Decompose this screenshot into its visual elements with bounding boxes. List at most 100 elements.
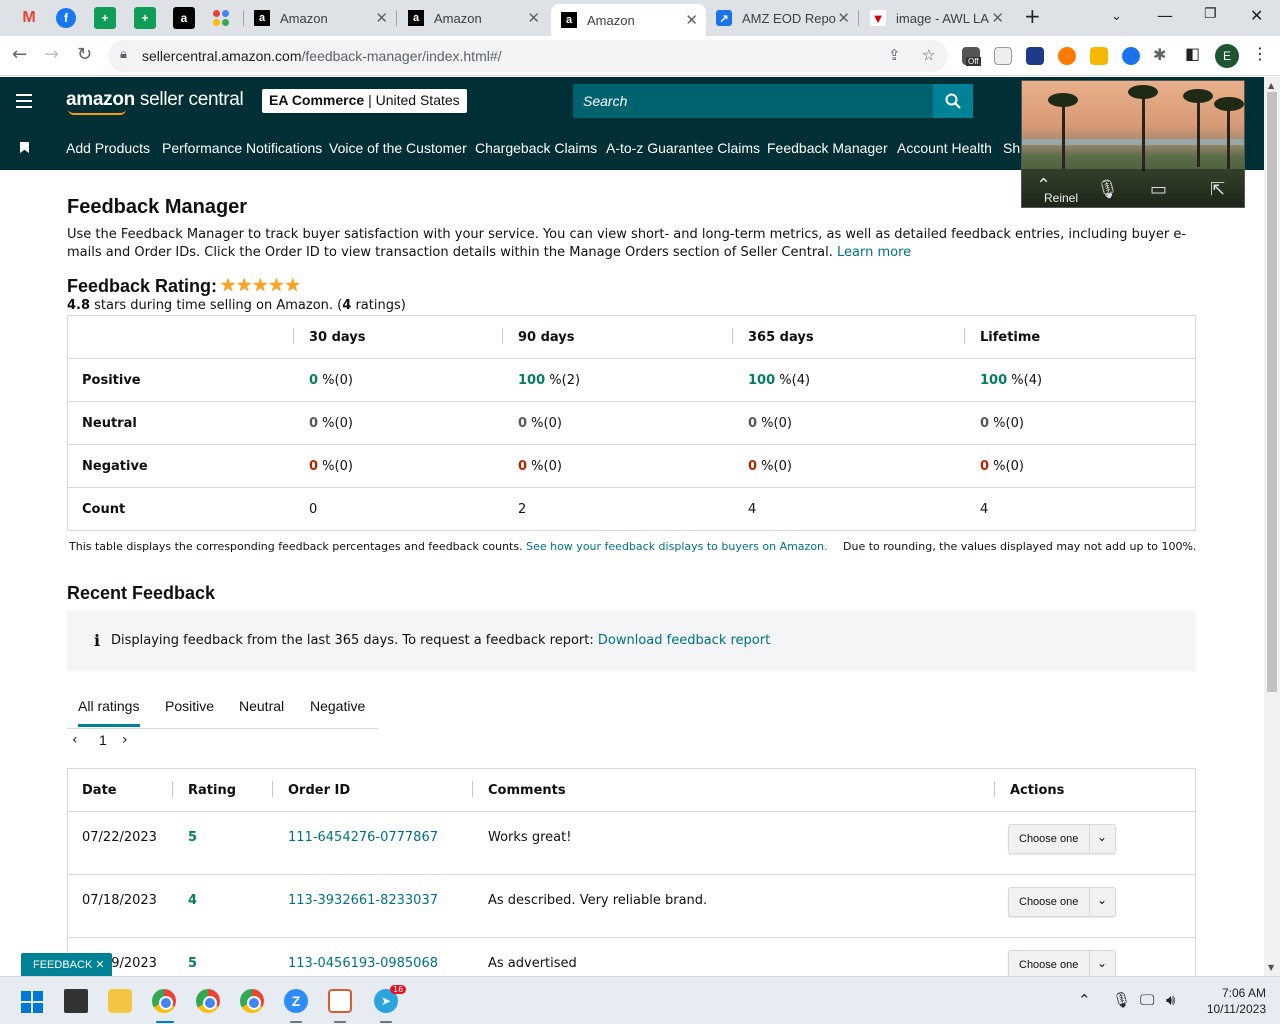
address-bar[interactable]: 🔒︎ sellercentral.amazon.com/feedback-man… xyxy=(108,40,948,72)
tab-neutral[interactable]: Neutral xyxy=(239,698,284,724)
zoom-app-icon[interactable]: Z xyxy=(284,989,308,1013)
close-tab-icon[interactable]: ✕ xyxy=(685,11,698,29)
nav-performance-notifications[interactable]: Performance Notifications xyxy=(162,140,322,156)
browser-tab-5[interactable]: ▼ image - AWL LA ✕ xyxy=(864,0,1012,36)
nav-chargeback-claims[interactable]: Chargeback Claims xyxy=(475,140,597,156)
volume-icon[interactable]: 🔊︎ xyxy=(1166,991,1175,1009)
browser-tab-4[interactable]: ↗ AMZ EOD Repo ✕ xyxy=(710,0,858,36)
nav-account-health[interactable]: Account Health xyxy=(897,140,992,156)
browser-tab-2[interactable]: a Amazon ✕ xyxy=(402,0,548,36)
side-panel-icon[interactable]: ◧ xyxy=(1185,44,1200,63)
apps-pinned-tab[interactable] xyxy=(210,7,232,29)
nav-add-products[interactable]: Add Products xyxy=(66,140,150,156)
popout-icon[interactable]: ⇱ xyxy=(1210,179,1225,200)
bookmark-star-icon[interactable]: ☆ xyxy=(922,46,935,64)
actions-label: Choose one xyxy=(1019,959,1079,971)
sheets-pinned-tab[interactable]: + xyxy=(94,7,116,29)
tray-overflow-icon[interactable]: ⌃ xyxy=(1078,991,1091,1009)
chrome-menu-icon[interactable]: ⋮ xyxy=(1252,44,1268,63)
hamburger-menu-icon[interactable] xyxy=(16,94,32,112)
current-page[interactable]: 1 xyxy=(99,732,107,748)
video-call-overlay[interactable]: ⌃ 🎙︎ ▭ ⇱ Reinel xyxy=(1021,80,1245,208)
windows-start-icon[interactable] xyxy=(21,991,43,1013)
actions-dropdown[interactable]: Choose one ⌄ xyxy=(1008,887,1116,917)
extension-icon[interactable] xyxy=(1026,47,1044,65)
page-scrollbar[interactable]: ▲ ▼ xyxy=(1264,77,1280,976)
close-window-button[interactable]: ✕ xyxy=(1250,6,1263,25)
feedback-widget-tab[interactable]: FEEDBACK ✕ xyxy=(21,953,112,976)
metric-cell: 0 %(0) xyxy=(748,459,792,474)
order-id-link[interactable]: 111-6454276-0777867 xyxy=(288,830,438,845)
search-button[interactable] xyxy=(933,84,973,118)
snipping-tool-icon[interactable] xyxy=(328,989,352,1013)
metric-cell: 0 %(0) xyxy=(518,416,562,431)
back-arrow-icon[interactable]: ← xyxy=(12,44,27,65)
share-icon[interactable]: ⇪ xyxy=(888,46,901,64)
extension-icon[interactable] xyxy=(1122,47,1140,65)
lock-icon: 🔒︎ xyxy=(120,47,127,62)
close-tab-icon[interactable]: ✕ xyxy=(991,9,1004,27)
order-id-link[interactable]: 113-3932661-8233037 xyxy=(288,893,438,908)
gmail-pinned-tab[interactable]: M xyxy=(18,7,40,29)
search-icon xyxy=(945,93,961,109)
camera-off-icon[interactable]: ▭ xyxy=(1150,179,1167,200)
extension-icon[interactable] xyxy=(994,47,1012,65)
nav-feedback-manager[interactable]: Feedback Manager xyxy=(767,140,888,156)
metric-cell: 100 %(4) xyxy=(980,373,1043,388)
reload-icon[interactable]: ↻ xyxy=(77,44,92,65)
browser-tab-1[interactable]: a Amazon ✕ xyxy=(248,0,396,36)
close-tab-icon[interactable]: ✕ xyxy=(837,9,850,27)
browser-tab-active[interactable]: a Amazon ✕ xyxy=(551,4,706,36)
download-report-link[interactable]: Download feedback report xyxy=(598,633,770,648)
close-icon[interactable]: ✕ xyxy=(95,958,104,971)
nav-a-to-z-claims[interactable]: A-to-z Guarantee Claims xyxy=(606,140,760,156)
metric-cell: 0 %(0) xyxy=(748,416,792,431)
nav-shipping-truncated[interactable]: Sh xyxy=(1003,140,1020,156)
search-input[interactable] xyxy=(573,84,933,118)
tab-positive[interactable]: Positive xyxy=(165,698,214,724)
learn-more-link[interactable]: Learn more xyxy=(837,245,911,260)
url-path: /feedback-manager/index.html#/ xyxy=(301,48,502,64)
task-view-icon[interactable] xyxy=(64,989,88,1013)
column-header: Date xyxy=(82,783,117,798)
microphone-icon[interactable]: 🎙︎ xyxy=(1112,991,1131,1009)
extension-icon[interactable] xyxy=(1058,47,1076,65)
mic-off-icon[interactable]: 🎙︎ xyxy=(1096,179,1119,200)
profile-avatar[interactable]: E xyxy=(1215,44,1239,68)
seller-central-logo[interactable]: amazon seller central xyxy=(66,89,244,115)
puzzle-extensions-icon[interactable]: ✱ xyxy=(1153,45,1166,64)
nav-voice-of-customer[interactable]: Voice of the Customer xyxy=(329,140,467,156)
chrome-profile-icon[interactable] xyxy=(152,989,176,1013)
new-tab-button[interactable]: + xyxy=(1024,4,1041,28)
close-tab-icon[interactable]: ✕ xyxy=(527,9,540,27)
minimize-button[interactable]: — xyxy=(1157,6,1173,25)
system-clock[interactable]: 7:06 AM 10/11/2023 xyxy=(1196,985,1266,1017)
tab-negative[interactable]: Negative xyxy=(310,698,365,724)
store-switcher[interactable]: EA Commerce | United States xyxy=(262,89,467,113)
prev-page-icon[interactable]: ‹ xyxy=(72,732,78,748)
facebook-pinned-tab[interactable]: f xyxy=(56,8,76,28)
restore-button[interactable]: ❐ xyxy=(1204,6,1217,22)
scrollbar-thumb[interactable] xyxy=(1267,92,1277,692)
chrome-profile-icon-3[interactable] xyxy=(240,989,264,1013)
file-explorer-icon[interactable] xyxy=(108,989,132,1013)
amazon-pinned-tab[interactable]: a xyxy=(173,7,195,29)
extension-icon[interactable] xyxy=(1090,47,1108,65)
url-text[interactable]: sellercentral.amazon.com/feedback-manage… xyxy=(142,48,502,64)
actions-label: Choose one xyxy=(1019,896,1079,908)
next-page-icon[interactable]: › xyxy=(122,732,128,748)
buyer-display-link[interactable]: See how your feedback displays to buyers… xyxy=(526,540,827,553)
close-tab-icon[interactable]: ✕ xyxy=(375,9,388,27)
tab-search-chevron-icon[interactable]: ⌄ xyxy=(1111,9,1122,24)
network-icon[interactable]: 🖵︎ xyxy=(1140,991,1154,1009)
info-banner-text: Displaying feedback from the last 365 da… xyxy=(111,633,770,648)
windows-taskbar: Z ➤ 16 ⌃ 🎙︎ 🖵︎ 🔊︎ 7:06 AM 10/11/2023 xyxy=(0,976,1280,1024)
chrome-profile-icon-2[interactable] xyxy=(196,989,220,1013)
forward-arrow-icon[interactable]: → xyxy=(44,44,59,65)
row-label: Negative xyxy=(82,459,148,474)
bookmark-icon[interactable] xyxy=(20,142,29,153)
actions-dropdown[interactable]: Choose one ⌄ xyxy=(1008,824,1116,854)
sheets-pinned-tab-2[interactable]: + xyxy=(134,7,156,29)
tab-all-ratings[interactable]: All ratings xyxy=(78,698,140,727)
order-id-link[interactable]: 113-0456193-0985068 xyxy=(288,956,438,971)
